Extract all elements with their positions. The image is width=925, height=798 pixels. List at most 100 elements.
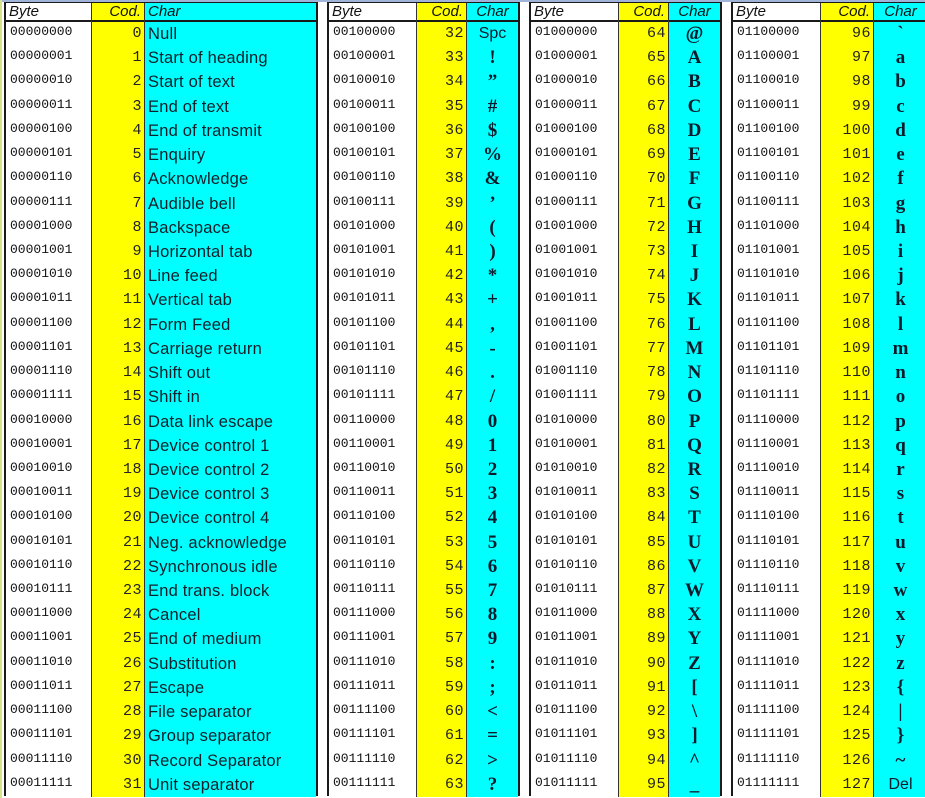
- char-cell: V: [687, 555, 702, 577]
- code-cell: 126: [842, 751, 871, 769]
- char-cell: Line feed: [148, 267, 218, 286]
- code-cell: 62: [444, 751, 464, 769]
- code-cell: 27: [122, 678, 142, 696]
- code-cell: 85: [646, 533, 666, 551]
- char-cell: E: [688, 144, 701, 166]
- char-cell: #: [487, 95, 498, 117]
- code-cell: 43: [444, 291, 464, 309]
- code-cell: 89: [646, 630, 666, 648]
- char-cell: y: [895, 628, 906, 650]
- char-cell: \: [691, 701, 698, 723]
- code-cell: 127: [842, 775, 871, 793]
- byte-cell: 01010000: [535, 411, 598, 427]
- char-cell: 9: [487, 628, 498, 650]
- byte-cell: 00100001: [333, 48, 396, 64]
- code-cell: 50: [444, 460, 464, 478]
- byte-cell: 00000110: [10, 169, 73, 185]
- byte-cell: 00111110: [333, 750, 396, 766]
- byte-cell: 01010011: [535, 484, 598, 500]
- code-header: Cod.: [417, 3, 466, 22]
- code-cell: 31: [122, 775, 142, 793]
- code-cell: 73: [646, 242, 666, 260]
- code-cell: 2: [132, 73, 142, 91]
- char-cell: ]: [691, 725, 698, 747]
- code-cell: 95: [646, 775, 666, 793]
- char-cell: Start of heading: [148, 49, 268, 68]
- code-cell: 93: [646, 727, 666, 745]
- byte-cell: 01010010: [535, 459, 598, 475]
- byte-cell: 01011100: [535, 702, 598, 718]
- byte-cell: 00110001: [333, 435, 396, 451]
- char-cell: End trans. block: [148, 582, 270, 601]
- byte-cell: 01001111: [535, 387, 598, 403]
- code-cell: 4: [132, 121, 142, 139]
- byte-cell: 00110110: [333, 556, 396, 572]
- char-cell: Escape: [148, 678, 205, 697]
- code-cell: 61: [444, 727, 464, 745]
- code-cell: 45: [444, 339, 464, 357]
- byte-cell: 01010100: [535, 508, 598, 524]
- code-cell: 1: [132, 49, 142, 67]
- code-cell: 82: [646, 460, 666, 478]
- char-cell: X: [687, 604, 702, 626]
- code-cell: 64: [646, 25, 666, 42]
- code-cell: 7: [132, 194, 142, 212]
- char-cell: !: [489, 47, 496, 69]
- code-cell: 18: [122, 460, 142, 478]
- code-cell: 68: [646, 121, 666, 139]
- char-cell: Start of text: [148, 73, 235, 92]
- byte-cell: 00001001: [10, 241, 73, 257]
- byte-cell: 01000010: [535, 72, 598, 88]
- char-cell: 6: [487, 555, 498, 577]
- byte-cell: 01101100: [737, 314, 800, 330]
- char-cell: Record Separator: [148, 751, 282, 770]
- code-cell: 91: [646, 678, 666, 696]
- code-cell: 77: [646, 339, 666, 357]
- char-cell: W: [685, 580, 704, 602]
- char-cell: 5: [487, 531, 498, 553]
- char-cell: Vertical tab: [148, 291, 233, 310]
- code-cell: 8: [132, 218, 142, 236]
- code-cell: 108: [842, 315, 871, 333]
- char-cell: +: [487, 289, 498, 311]
- char-cell: 7: [487, 580, 498, 602]
- char-cell: Q: [687, 434, 702, 456]
- code-cell: 96: [851, 25, 871, 42]
- char-cell: Group separator: [148, 727, 272, 746]
- char-cell: Synchronous idle: [148, 557, 278, 576]
- char-cell: z: [896, 652, 905, 674]
- code-cell: 14: [122, 364, 142, 382]
- byte-cell: 00011110: [10, 750, 73, 766]
- byte-cell: 00101100: [333, 314, 396, 330]
- code-cell: 120: [842, 606, 871, 624]
- code-cell: 69: [646, 146, 666, 164]
- code-cell: 12: [122, 315, 142, 333]
- char-cell: ”: [487, 71, 498, 93]
- byte-cell: 00100011: [333, 96, 396, 112]
- code-cell: 90: [646, 654, 666, 672]
- code-cell: 100: [842, 121, 871, 139]
- code-cell: 118: [842, 557, 871, 575]
- byte-column: Byte 01100000 01100001 01100010 01100011 0110…: [733, 3, 821, 797]
- code-cell: 49: [444, 436, 464, 454]
- code-cell: 74: [646, 267, 666, 285]
- code-cell: 122: [842, 654, 871, 672]
- char-cell: Enquiry: [148, 146, 206, 165]
- char-cell: (: [489, 216, 496, 238]
- char-cell: R: [687, 458, 702, 480]
- code-cell: 78: [646, 364, 666, 382]
- char-cell: Device control 1: [148, 436, 270, 455]
- char-cell: Unit separator: [148, 775, 255, 794]
- code-cell: 17: [122, 436, 142, 454]
- byte-cell: 00011100: [10, 702, 73, 718]
- code-cell: 35: [444, 97, 464, 115]
- char-cell: |: [898, 701, 903, 723]
- byte-cell: 01100100: [737, 120, 800, 136]
- char-cell: s: [896, 483, 905, 505]
- byte-header: Byte: [329, 3, 416, 22]
- byte-cell: 00101111: [333, 387, 396, 403]
- code-cell: 106: [842, 267, 871, 285]
- byte-cell: 01010101: [535, 532, 598, 548]
- char-cell: .: [490, 362, 495, 384]
- byte-cell: 00101001: [333, 241, 396, 257]
